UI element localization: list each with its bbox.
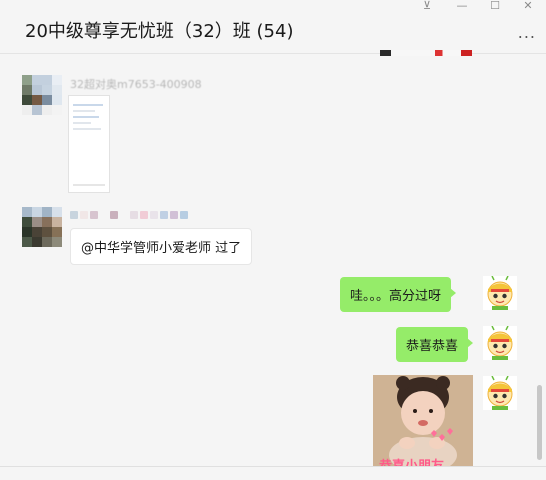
self-avatar[interactable] (483, 375, 517, 410)
minimize-button[interactable]: — (447, 0, 477, 14)
self-avatar[interactable] (483, 275, 517, 310)
sender-name (70, 210, 188, 220)
sender-avatar[interactable] (22, 75, 62, 115)
self-avatar[interactable] (483, 325, 517, 360)
message-bubble-self[interactable]: 恭喜恭喜 (396, 327, 474, 362)
chat-header: 20中级尊享无忧班（32）班 (54) ⊻ — ☐ ✕ ... (0, 0, 546, 56)
message-list[interactable]: 32超对奥m7653-400908 @中华学管师小爱老师 过了 哇。。。高分过呀 (0, 55, 546, 467)
message-bubble-self[interactable]: 哇。。。高分过呀 (340, 277, 457, 312)
sticker-image[interactable]: 恭喜小朋友 (373, 375, 473, 467)
maximize-button[interactable]: ☐ (480, 0, 510, 14)
sender-name: 32超对奥m7653-400908 (70, 78, 202, 91)
pin-button[interactable]: ⊻ (412, 0, 442, 14)
sender-avatar[interactable] (22, 207, 62, 247)
close-button[interactable]: ✕ (513, 0, 543, 14)
scrollbar[interactable] (537, 385, 542, 460)
more-options-button[interactable]: ... (518, 25, 536, 41)
input-toolbar[interactable] (0, 466, 546, 480)
chat-title: 20中级尊享无忧班（32）班 (54) (25, 21, 294, 42)
shared-screenshot-image[interactable] (68, 95, 110, 193)
message-bubble[interactable]: @中华学管师小爱老师 过了 (70, 228, 253, 265)
